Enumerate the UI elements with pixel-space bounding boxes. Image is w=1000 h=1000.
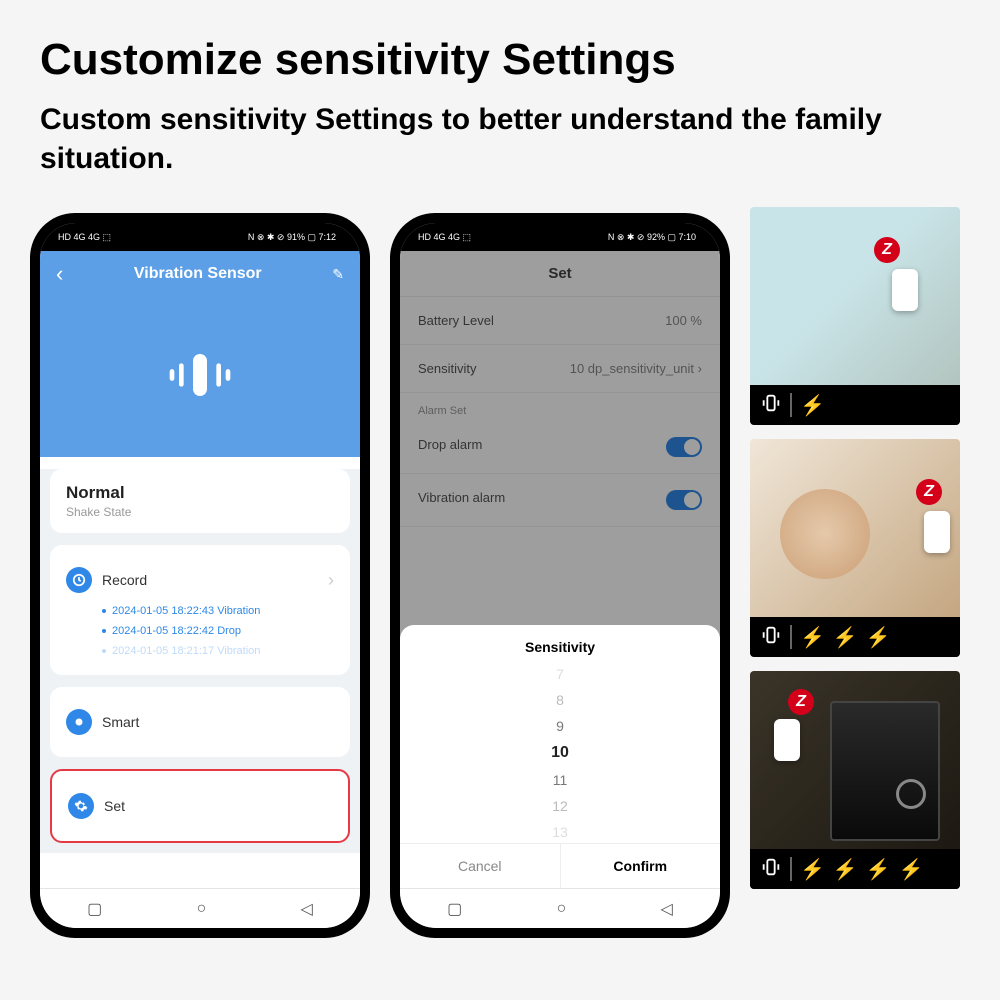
picker-actions: Cancel Confirm [400,843,720,888]
picker-value[interactable]: 11 [553,767,568,793]
body-area: Normal Shake State Record › 2024-01-05 1… [40,469,360,853]
picker-title: Sensitivity [400,625,720,663]
picker-value-selected[interactable]: 10 [551,739,569,767]
sensor-device-icon [774,719,800,761]
status-right: N ⊗ ✱ ⊘ 91% ▢ 7:12 [248,232,336,243]
zigbee-icon: Z [788,689,814,715]
phone-2-screen: HD 4G 4G ⬚ N ⊗ ✱ ⊘ 92% ▢ 7:10 Set Batter… [400,223,720,928]
zigbee-icon: Z [916,479,942,505]
status-left: HD 4G 4G ⬚ [418,232,471,243]
record-label: Record [102,572,318,588]
chevron-right-icon: › [328,570,334,591]
set-row[interactable]: Set [68,785,332,827]
back-icon[interactable]: ‹ [56,261,63,287]
status-left: HD 4G 4G ⬚ [58,232,111,243]
nav-back-icon[interactable]: ◁ [301,899,313,919]
sensor-device-icon [924,511,950,553]
record-card[interactable]: Record › 2024-01-05 18:22:43 Vibration 2… [50,545,350,675]
state-subtitle: Shake State [66,505,334,519]
divider [790,625,792,649]
record-line: 2024-01-05 18:21:17 Vibration [66,641,334,661]
picker-value[interactable]: 13 [552,819,568,845]
phone-notch [515,213,605,233]
phone-notch [155,213,245,233]
bolt-icon: ⚡ [800,393,825,418]
confirm-button[interactable]: Confirm [561,844,721,888]
nav-recent-icon[interactable]: ▢ [447,899,462,919]
picker-value[interactable]: 8 [556,687,564,713]
record-line: 2024-01-05 18:22:43 Vibration [66,601,334,621]
sensitivity-picker: Sensitivity 7 8 9 10 11 12 13 Cancel Con… [400,625,720,888]
bolt-icon: ⚡ [800,857,825,882]
divider [790,857,792,881]
divider [790,393,792,417]
set-card[interactable]: Set [50,769,350,843]
page-subtitle: Custom sensitivity Settings to better un… [0,100,1000,213]
nav-back-icon[interactable]: ◁ [661,899,673,919]
state-card: Normal Shake State [50,469,350,533]
nav-home-icon[interactable]: ○ [557,900,567,918]
gear-icon [68,793,94,819]
phone-2: HD 4G 4G ⬚ N ⊗ ✱ ⊘ 92% ▢ 7:10 Set Batter… [390,213,730,938]
edit-icon[interactable]: ✎ [332,266,344,283]
picker-value[interactable]: 9 [556,713,564,739]
app-header: ‹ Vibration Sensor ✎ [40,251,360,297]
scenario-bar: ⚡ ⚡ ⚡ ⚡ [750,849,960,889]
vibration-sensor-icon [165,340,235,415]
smart-label: Smart [102,714,334,730]
cancel-button[interactable]: Cancel [400,844,561,888]
bolt-icon: ⚡ [833,857,858,882]
hand-illustration [780,489,870,579]
scenario-window: Z ⚡ [750,207,960,425]
scenario-safe: Z ⚡ ⚡ ⚡ ⚡ [750,671,960,889]
zigbee-icon: Z [874,237,900,263]
scenario-bar: ⚡ [750,385,960,425]
page-title: Customize sensitivity Settings [0,0,1000,100]
sensor-hero [40,297,360,457]
android-nav: ▢ ○ ◁ [400,888,720,928]
record-row[interactable]: Record › [66,559,334,601]
bolt-icon: ⚡ [833,625,858,650]
smart-icon [66,709,92,735]
vibration-icon [760,624,782,651]
bolt-icon: ⚡ [800,625,825,650]
set-label: Set [104,798,332,814]
status-right: N ⊗ ✱ ⊘ 92% ▢ 7:10 [608,232,696,243]
state-title: Normal [66,483,334,503]
smart-card[interactable]: Smart [50,687,350,757]
vibration-icon [760,392,782,419]
bolt-icon: ⚡ [866,857,891,882]
nav-home-icon[interactable]: ○ [197,900,207,918]
picker-value[interactable]: 12 [552,793,568,819]
picker-value[interactable]: 7 [556,661,564,687]
record-line: 2024-01-05 18:22:42 Drop [66,621,334,641]
picker-wheel[interactable]: 7 8 9 10 11 12 13 [400,663,720,843]
content-row: HD 4G 4G ⬚ N ⊗ ✱ ⊘ 91% ▢ 7:12 ‹ Vibratio… [0,213,1000,938]
smart-row[interactable]: Smart [66,701,334,743]
scenario-bar: ⚡ ⚡ ⚡ [750,617,960,657]
scenario-door: Z ⚡ ⚡ ⚡ [750,439,960,657]
clock-icon [66,567,92,593]
phone-1: HD 4G 4G ⬚ N ⊗ ✱ ⊘ 91% ▢ 7:12 ‹ Vibratio… [30,213,370,938]
scenario-thumbnails: Z ⚡ Z ⚡ ⚡ ⚡ Z [750,207,960,889]
android-nav: ▢ ○ ◁ [40,888,360,928]
safe-illustration [830,701,940,841]
vibration-icon [760,856,782,883]
sensor-device-icon [892,269,918,311]
bolt-icon: ⚡ [866,625,891,650]
phone-1-screen: HD 4G 4G ⬚ N ⊗ ✱ ⊘ 91% ▢ 7:12 ‹ Vibratio… [40,223,360,928]
bolt-icon: ⚡ [899,857,924,882]
app-title: Vibration Sensor [134,265,262,283]
nav-recent-icon[interactable]: ▢ [87,899,102,919]
